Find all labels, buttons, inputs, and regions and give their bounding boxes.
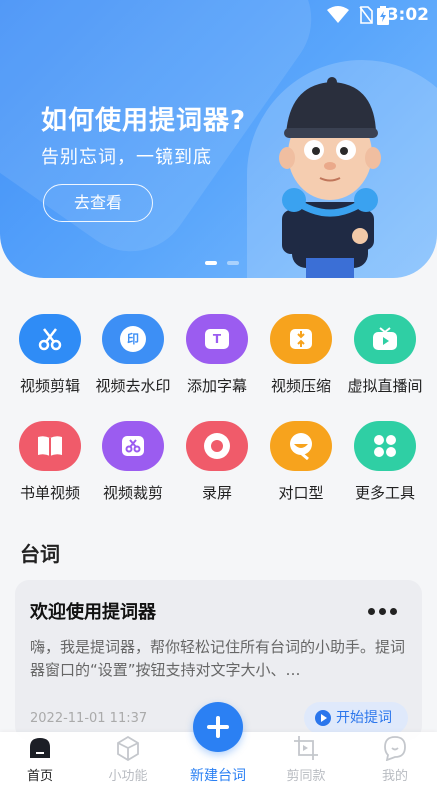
- feature-lip-sync[interactable]: 对口型: [259, 421, 343, 503]
- play-icon: [315, 710, 331, 726]
- subtitle-icon: T: [186, 314, 248, 364]
- lipsync-icon: [270, 421, 332, 471]
- feature-virtual-live[interactable]: 虚拟直播间: [343, 314, 427, 396]
- new-script-label[interactable]: 新建台词: [180, 765, 256, 785]
- feature-add-subtitle[interactable]: T 添加字幕: [175, 314, 259, 396]
- nav-profile[interactable]: 我的: [360, 735, 430, 784]
- feature-label: 添加字幕: [186, 377, 247, 395]
- hero-subtitle: 告别忘词，一镜到底: [41, 147, 212, 168]
- more-tools-icon: [354, 421, 416, 471]
- wifi-icon: [327, 6, 349, 29]
- more-options-icon[interactable]: [368, 600, 408, 620]
- cube-icon: [115, 735, 141, 762]
- start-prompter-button[interactable]: 开始提词: [304, 702, 408, 734]
- live-tv-icon: [354, 314, 416, 364]
- feature-label: 对口型: [278, 484, 324, 502]
- feature-video-compress[interactable]: 视频压缩: [259, 314, 343, 396]
- feature-label: 虚拟直播间: [347, 377, 423, 395]
- feature-remove-watermark[interactable]: 印 视频去水印: [91, 314, 175, 396]
- book-icon: [19, 421, 81, 471]
- crop-frame-icon: [293, 735, 319, 761]
- nav-templates[interactable]: 剪同款: [271, 735, 341, 784]
- mascot-illustration: [279, 77, 381, 278]
- crop-video-icon: [102, 421, 164, 471]
- nav-label: 剪同款: [286, 769, 326, 784]
- feature-label: 视频剪辑: [19, 377, 80, 395]
- nav-label: 首页: [26, 769, 53, 784]
- home-icon: [27, 735, 53, 761]
- feature-more-tools[interactable]: 更多工具: [343, 421, 427, 503]
- status-bar: 3:02: [0, 0, 437, 30]
- subtitle-glyph: T: [205, 329, 229, 349]
- nav-label: 我的: [381, 769, 408, 784]
- section-title: 台词: [20, 542, 60, 566]
- nav-tools[interactable]: 小功能: [93, 735, 163, 784]
- start-prompter-label: 开始提词: [336, 710, 392, 726]
- record-icon: [186, 421, 248, 471]
- nav-home[interactable]: 首页: [5, 735, 75, 784]
- no-sim-icon: [359, 6, 373, 29]
- carousel-dot: [227, 261, 240, 265]
- new-script-button[interactable]: [193, 702, 243, 752]
- hero-banner[interactable]: 3:02 如何使用提词器? 告别忘词，一镜到底 去查看: [0, 0, 437, 278]
- compress-icon: [270, 314, 332, 364]
- feature-label: 视频压缩: [270, 377, 331, 395]
- watermark-glyph: 印: [120, 326, 146, 352]
- carousel-indicator: [205, 250, 244, 269]
- feature-screen-record[interactable]: 录屏: [175, 421, 259, 503]
- feature-label: 视频去水印: [95, 377, 171, 395]
- watermark-icon: 印: [102, 314, 164, 364]
- feature-video-edit[interactable]: 视频剪辑: [8, 314, 92, 396]
- nav-label: 小功能: [108, 769, 148, 784]
- scissors-icon: [19, 314, 81, 364]
- script-card-body: 嗨，我是提词器，帮你轻松记住所有台词的小助手。提词器窗口的“设置”按钮支持对文字…: [30, 638, 406, 679]
- carousel-dot-active: [205, 261, 217, 265]
- view-guide-button[interactable]: 去查看: [43, 184, 153, 222]
- feature-label: 视频裁剪: [102, 484, 163, 502]
- feature-label: 录屏: [201, 484, 232, 502]
- feature-video-crop[interactable]: 视频裁剪: [91, 421, 175, 503]
- profile-icon: [382, 735, 408, 762]
- feature-label: 书单视频: [19, 484, 80, 502]
- hero-title: 如何使用提词器?: [41, 106, 247, 136]
- feature-label: 更多工具: [354, 484, 415, 502]
- script-card-title: 欢迎使用提词器: [30, 602, 156, 623]
- status-time: 3:02: [386, 5, 429, 25]
- script-card-date: 2022-11-01 11:37: [30, 711, 148, 726]
- feature-booklist-video[interactable]: 书单视频: [8, 421, 92, 503]
